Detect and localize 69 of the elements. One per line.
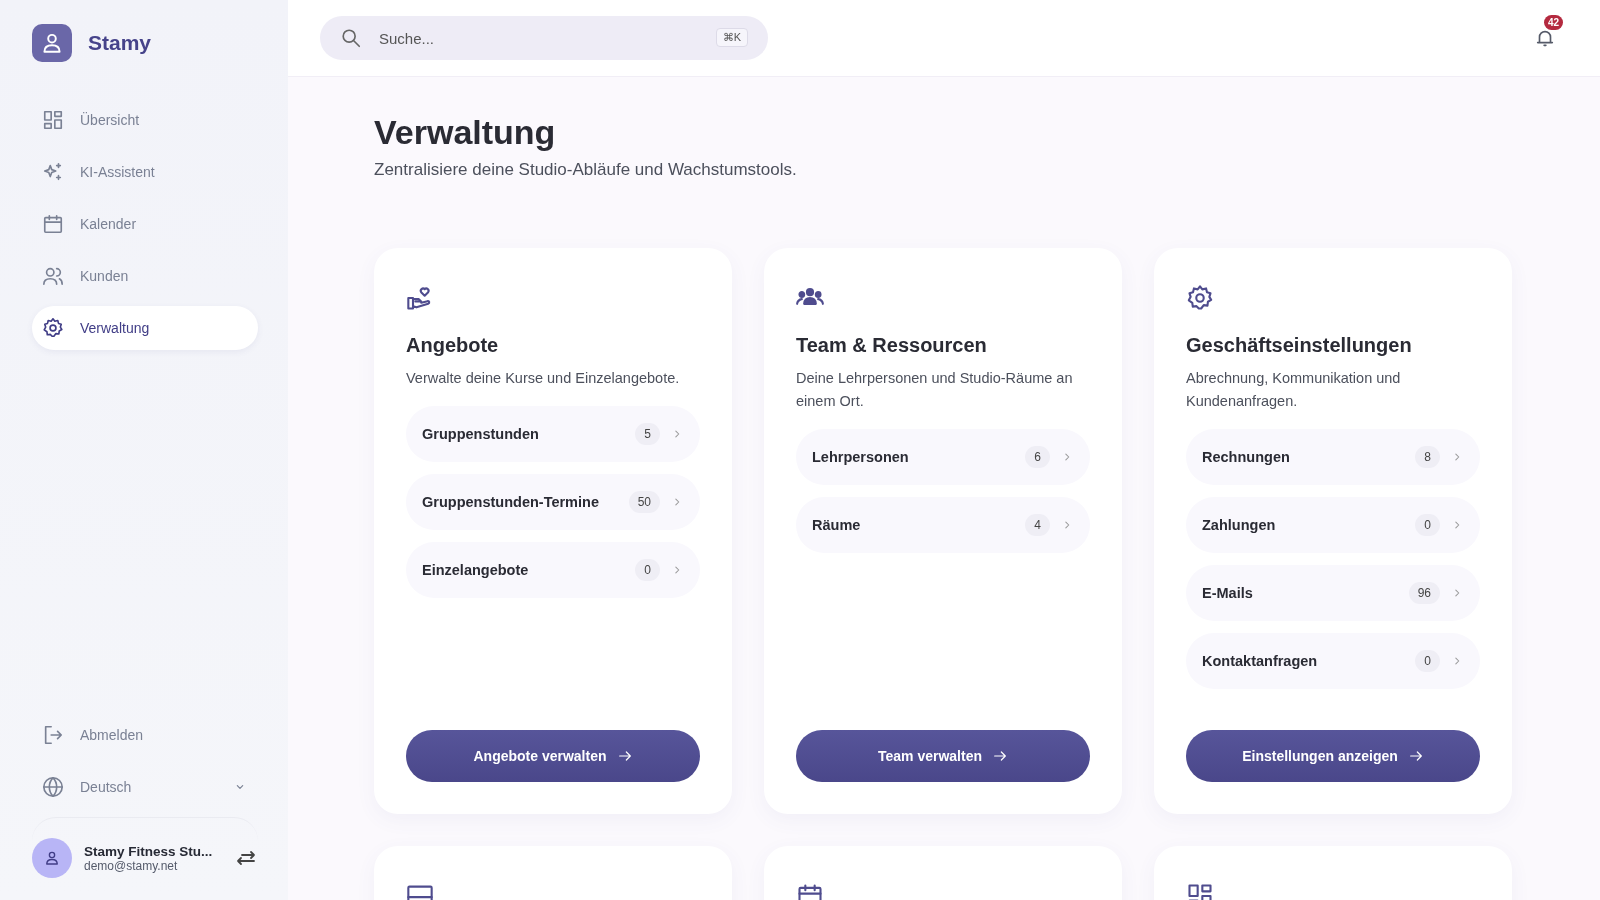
notification-count: 42	[1544, 15, 1564, 30]
arrow-right-icon	[1407, 748, 1424, 764]
item-label: Gruppenstunden	[422, 426, 540, 442]
shortcut-hint: ⌘K	[715, 28, 748, 47]
item-label: Gruppenstunden-Termine	[422, 494, 600, 510]
card-description: Deine Lehrpersonen und Studio-Räume an einem Ort.	[796, 369, 1074, 411]
logout-link[interactable]: Abmelden	[32, 713, 258, 757]
globe-icon	[42, 776, 64, 798]
list-item[interactable]: Lehrpersonen 6	[796, 429, 1090, 485]
card-description: Verwalte deine Kurse und Einzelangebote.	[406, 369, 681, 388]
item-label: Rechnungen	[1202, 449, 1291, 465]
list-item[interactable]: E-Mails 96	[1186, 565, 1480, 621]
search-icon	[340, 27, 362, 49]
count-badge: 0	[1415, 650, 1440, 672]
item-label: E-Mails	[1202, 585, 1254, 601]
card-button[interactable]: Team verwalten	[796, 730, 1090, 782]
sparkle-icon	[42, 161, 64, 183]
arrow-right-icon	[616, 748, 633, 764]
list-item[interactable]: Zahlungen 0	[1186, 497, 1480, 553]
card-title: Team & Ressourcen	[796, 334, 988, 357]
settings-icon	[1186, 284, 1214, 312]
list-item[interactable]: Rechnungen 8	[1186, 429, 1480, 485]
count-badge: 4	[1025, 514, 1050, 536]
card-button[interactable]: Einstellungen anzeigen	[1186, 730, 1480, 782]
nav-label: KI-Assistent	[80, 164, 155, 180]
count-badge: 8	[1415, 446, 1440, 468]
users-icon	[42, 265, 64, 287]
item-label: Zahlungen	[1202, 517, 1277, 533]
nav-item[interactable]: Kalender	[32, 202, 258, 246]
list-item[interactable]: Einzelangebote 0	[406, 542, 700, 598]
count-badge: 96	[1408, 582, 1440, 604]
nav-label: Kunden	[80, 268, 129, 284]
count-badge: 0	[635, 559, 660, 581]
card-title: Angebote	[406, 334, 500, 357]
list-item[interactable]: Kontaktanfragen 0	[1186, 633, 1480, 689]
logo-icon	[32, 24, 72, 62]
item-label: Lehrpersonen	[812, 449, 910, 465]
language-select[interactable]: Deutsch	[32, 765, 258, 809]
nav-label: Kalender	[80, 216, 137, 232]
list-item[interactable]: Räume 4	[796, 497, 1090, 553]
count-badge: 0	[1415, 514, 1440, 536]
avatar	[32, 838, 72, 878]
nav-item[interactable]: Verwaltung	[32, 306, 258, 350]
brand-name: Stamy	[88, 31, 152, 55]
nav-item[interactable]: Übersicht	[32, 98, 258, 142]
card-description: Abrechnung, Kommunikation und Kundenanfragen.	[1186, 369, 1402, 411]
page-title: Verwaltung	[374, 113, 557, 152]
calendar-icon	[42, 213, 64, 235]
item-label: Einzelangebote	[422, 562, 530, 578]
count-badge: 5	[635, 423, 660, 445]
nav-item[interactable]: KI-Assistent	[32, 150, 258, 194]
item-label: Kontaktanfragen	[1202, 653, 1319, 669]
card-button[interactable]: Angebote verwalten	[406, 730, 700, 782]
page-subtitle: Zentralisiere deine Studio-Abläufe und Wachstumstools.	[374, 160, 798, 180]
item-label: Räume	[812, 517, 862, 533]
logout-icon	[42, 724, 64, 746]
nav-item[interactable]: Kunden	[32, 254, 258, 298]
account-email: demo@stamy.net	[84, 858, 179, 873]
count-badge: 6	[1025, 446, 1050, 468]
list-item[interactable]: Gruppenstunden 5	[406, 406, 700, 462]
nav-label: Verwaltung	[80, 320, 150, 336]
count-badge: 50	[628, 491, 660, 513]
grid-icon	[42, 109, 64, 131]
account-name: Stamy Fitness Stu...	[84, 843, 214, 859]
nav-label: Übersicht	[80, 112, 140, 128]
card-title: Geschäftseinstellungen	[1186, 334, 1413, 357]
list-item[interactable]: Gruppenstunden-Termine 50	[406, 474, 700, 530]
settings-icon	[42, 317, 64, 339]
arrow-right-icon	[992, 748, 1008, 764]
